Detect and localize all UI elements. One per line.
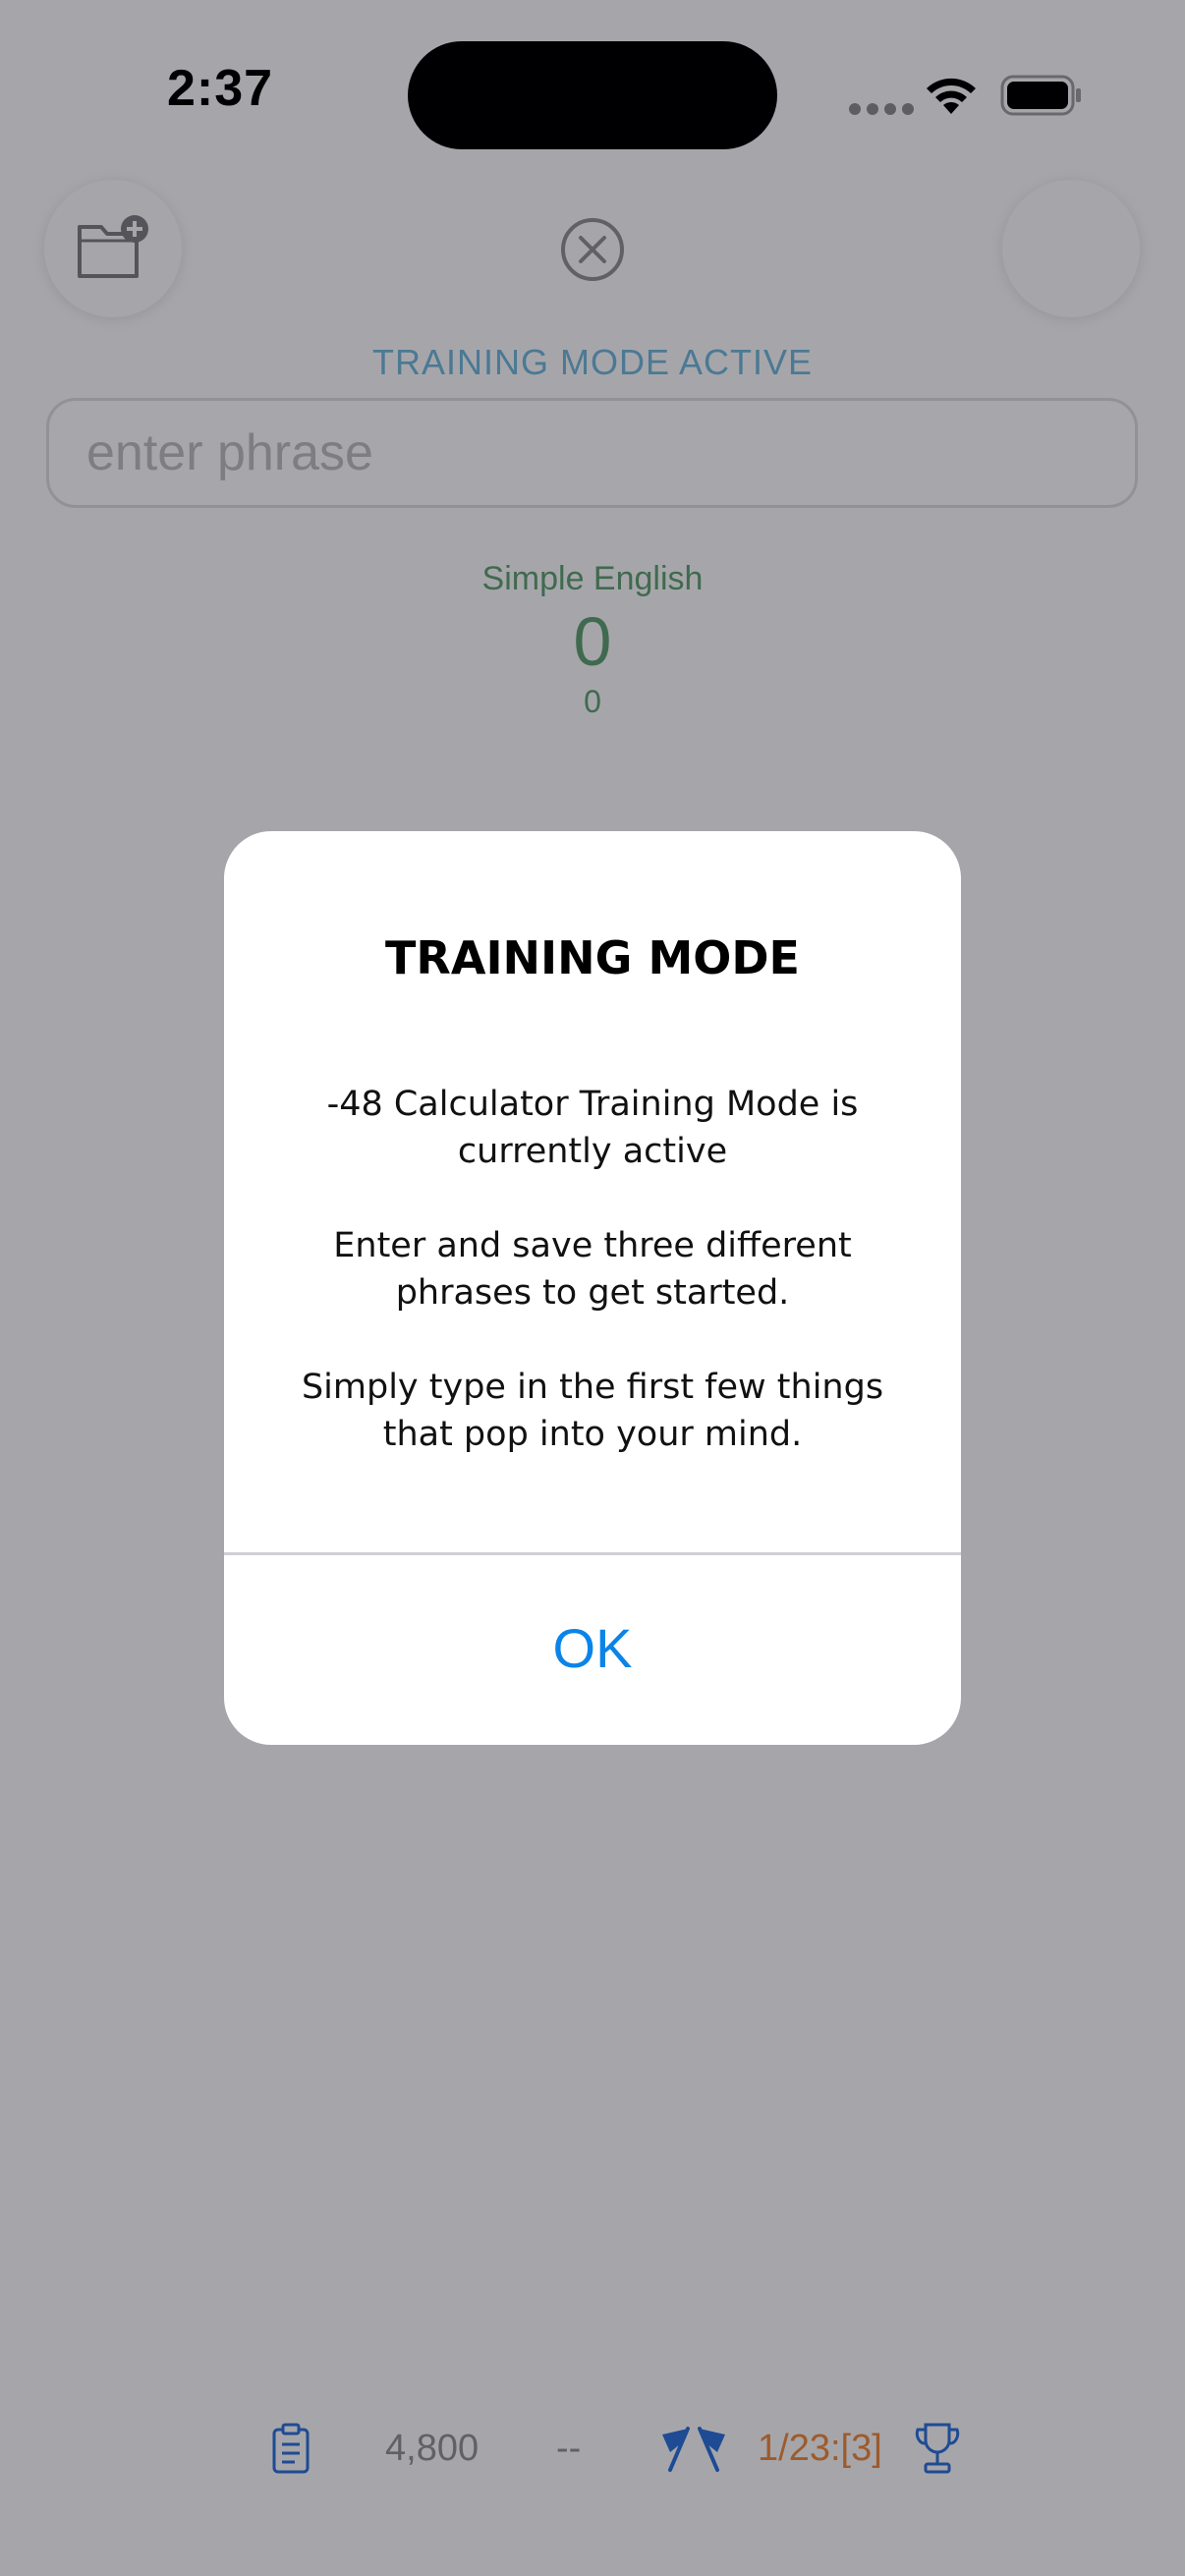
alert-paragraph: Simply type in the first few things that… [301, 1368, 884, 1454]
ok-button[interactable]: OK [224, 1555, 961, 1745]
alert-message: -48 Calculator Training Mode is currentl… [263, 1081, 922, 1505]
alert-paragraph: -48 Calculator Training Mode is currentl… [326, 1085, 859, 1171]
training-mode-alert: TRAINING MODE -48 Calculator Training Mo… [224, 831, 961, 1745]
alert-title: TRAINING MODE [385, 931, 800, 984]
alert-paragraph: Enter and save three different phrases t… [333, 1226, 852, 1313]
